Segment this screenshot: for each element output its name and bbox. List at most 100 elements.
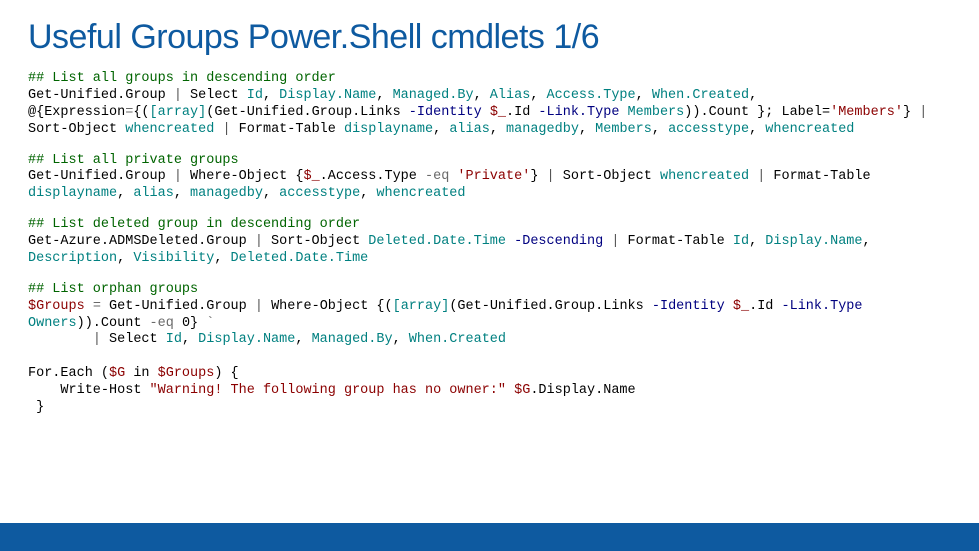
code-token: whencreated [765,122,854,137]
code-token: (Get-Unified.Group.Links [206,105,409,120]
code-section: ## List all private groups Get-Unified.G… [28,153,951,204]
code-comment: ## List all private groups [28,153,239,168]
code-token: displayname [28,186,117,201]
code-token: whencreated [660,169,749,184]
code-token: When.Created [652,88,749,103]
code-token: , [490,122,506,137]
code-token: .Access.Type [320,169,425,184]
code-token: "Warning! The following group has no own… [150,383,506,398]
code-section: ## List deleted group in descending orde… [28,217,951,268]
code-token: Members [595,122,652,137]
code-token: , [636,88,652,103]
code-token: Visibility [133,251,214,266]
code-token: $Groups [28,299,85,314]
code-token: )).Count [77,316,150,331]
code-token: accesstype [668,122,749,137]
code-token: displayname [344,122,433,137]
code-token [506,383,514,398]
code-token: , [263,186,279,201]
code-token: Alias [490,88,531,103]
code-token: , [579,122,595,137]
code-token: -Descending [514,234,611,249]
code-token: , [863,234,871,249]
code-token: } [530,169,546,184]
code-token: Where-Object { [182,169,304,184]
code-token [28,332,93,347]
code-token: Sort-Object [555,169,660,184]
code-token: Description [28,251,117,266]
code-token: .Id [506,105,538,120]
code-token: .Id [749,299,781,314]
code-token: Owners [28,316,77,331]
code-token: (Get-Unified.Group.Links [449,299,652,314]
code-token: Deleted.Date.Time [231,251,369,266]
code-token: , [174,186,190,201]
code-token: alias [449,122,490,137]
code-token: Where-Object {( [263,299,393,314]
code-comment: ## List all groups in descending order [28,71,336,86]
code-token: = [93,299,101,314]
code-token: Format-Table [619,234,732,249]
code-token: Format-Table [765,169,870,184]
code-token: -eq [425,169,457,184]
code-token: {( [133,105,149,120]
code-token: managedby [506,122,579,137]
code-token: For.Each ( [28,366,109,381]
code-token [749,169,757,184]
code-token: Select [101,332,166,347]
code-token: [array] [150,105,207,120]
code-token: , [474,88,490,103]
code-token: 'Members' [830,105,903,120]
code-token: managedby [190,186,263,201]
bottom-bar [0,523,979,551]
code-token: | [222,122,230,137]
code-token: Get-Unified.Group [28,88,174,103]
code-token: | [255,234,263,249]
code-token: Select [182,88,247,103]
code-token: , [433,122,449,137]
code-token: $_ [733,299,749,314]
code-token: $_ [490,105,506,120]
code-token: | [255,299,263,314]
code-token: | [547,169,555,184]
code-token: , [214,251,230,266]
code-token: , [295,332,311,347]
code-token: Get-Azure.ADMSDeleted.Group [28,234,255,249]
code-token: Managed.By [312,332,393,347]
code-token: Display.Name [279,88,376,103]
code-token: Get-Unified.Group [101,299,255,314]
code-token: Format-Table [231,122,344,137]
code-token: , [749,234,765,249]
code-token: | [174,88,182,103]
code-token: , [376,88,392,103]
code-token: whencreated [125,122,214,137]
slide-title: Useful Groups Power.Shell cmdlets 1/6 [28,18,951,57]
code-token: -Identity [409,105,490,120]
code-token: [array] [393,299,450,314]
code-token: Sort-Object [28,122,125,137]
code-token: 0} [182,316,206,331]
code-comment: ## List deleted group in descending orde… [28,217,360,232]
code-token: -Link.Type [782,299,863,314]
code-token: | [174,169,182,184]
code-token: , [117,186,133,201]
code-token: | [93,332,101,347]
code-token: $_ [303,169,319,184]
code-token: } [903,105,919,120]
code-token: $Groups [158,366,215,381]
code-token: Id [166,332,182,347]
code-token: , [749,88,757,103]
code-token: , [749,122,765,137]
code-token: )).Count }; Label= [684,105,830,120]
code-token [85,299,93,314]
code-token: whencreated [376,186,465,201]
code-token: , [530,88,546,103]
code-token: -eq [150,316,182,331]
code-token: Deleted.Date.Time [368,234,506,249]
code-token: accesstype [279,186,360,201]
code-token: -Identity [652,299,733,314]
code-token: Sort-Object [263,234,368,249]
code-token: Id [733,234,749,249]
code-section: ## List all groups in descending order G… [28,71,951,139]
code-token: , [263,88,279,103]
